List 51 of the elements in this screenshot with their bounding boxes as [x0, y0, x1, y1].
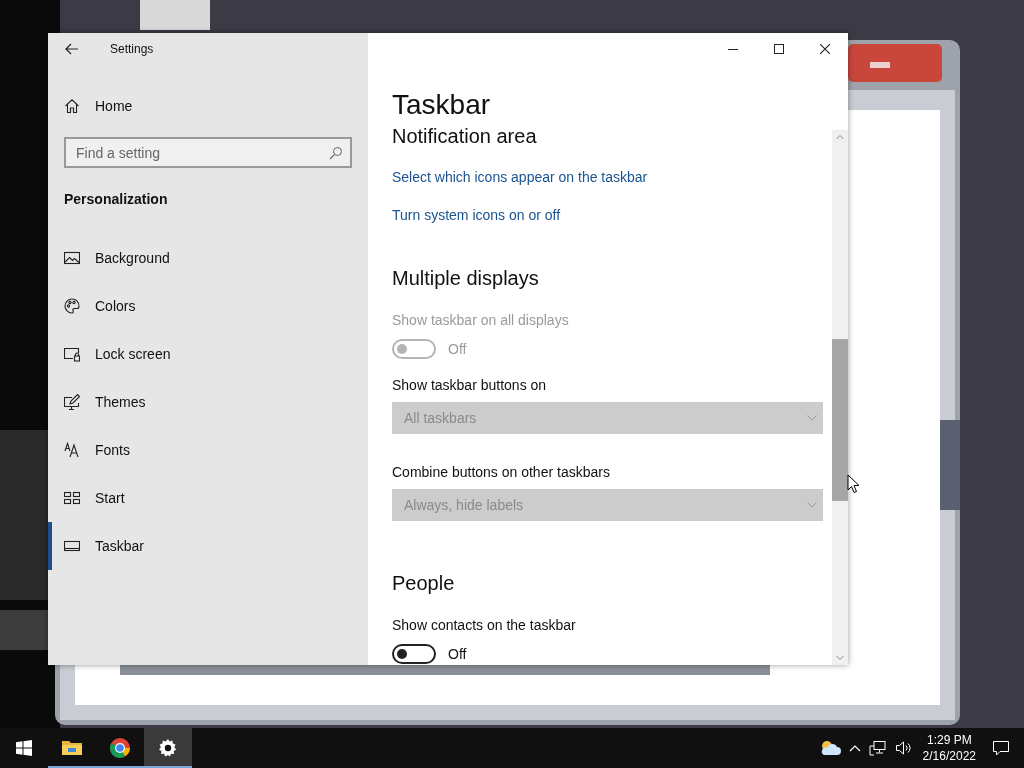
section-heading: Personalization: [64, 190, 169, 209]
fonts-icon: [64, 442, 80, 458]
setting-label: Show taskbar on all displays: [392, 311, 570, 330]
cursor-icon: [847, 474, 860, 494]
nav-item[interactable]: Fonts: [48, 426, 368, 474]
image-icon: [64, 250, 80, 266]
nav-item[interactable]: Lock screen: [48, 330, 368, 378]
home-icon: [64, 98, 80, 114]
nav-item[interactable]: Start: [48, 474, 368, 522]
setting-label: Show contacts on the taskbar: [392, 616, 577, 635]
page-title: Taskbar: [392, 88, 492, 122]
settings-link[interactable]: Turn system icons on or off: [392, 205, 561, 225]
scroll-up-icon: [836, 134, 844, 140]
folder-icon: [61, 739, 83, 757]
windows-logo-icon: [16, 740, 32, 756]
clock[interactable]: 1:29 PM 2/16/2022: [914, 732, 984, 764]
settings-link[interactable]: Select which icons appear on the taskbar: [392, 167, 648, 187]
chevron-down-icon: [807, 415, 817, 421]
time-text: 1:29 PM: [926, 732, 972, 748]
search-icon: [329, 146, 343, 160]
close-icon: [820, 44, 830, 54]
nav-item[interactable]: Taskbar: [48, 522, 368, 570]
taskbar-button[interactable]: [144, 728, 192, 768]
chevron-down-icon: [807, 502, 817, 508]
scroll-down-icon: [836, 655, 844, 661]
nav-item[interactable]: Themes: [48, 378, 368, 426]
monitor-pen-icon: [64, 394, 80, 410]
toggle-switch[interactable]: [392, 644, 436, 664]
maximize-icon: [774, 44, 784, 54]
browser-icon: [109, 737, 131, 759]
gear-icon: [158, 738, 178, 758]
tiles-icon: [64, 490, 80, 506]
toggle-state-text: Off: [448, 645, 467, 664]
toggle-state-text: Off: [448, 340, 467, 359]
section-heading: Multiple displays: [392, 266, 540, 291]
scrollbar[interactable]: [832, 130, 848, 665]
back-arrow-icon: [65, 42, 79, 56]
window-title: Settings: [110, 42, 154, 56]
setting-label: Show taskbar buttons on: [392, 376, 548, 395]
nav-item[interactable]: Background: [48, 234, 368, 282]
section-heading: People: [392, 571, 456, 596]
setting-label: Combine buttons on other taskbars: [392, 463, 611, 482]
palette-icon: [64, 298, 80, 314]
home-link[interactable]: Home: [64, 86, 352, 126]
taskbar-icon: [64, 538, 80, 554]
lock-screen-icon: [64, 346, 80, 362]
date-text: 2/16/2022: [922, 748, 976, 764]
scrollbar-thumb[interactable]: [832, 339, 848, 501]
nav-item[interactable]: Colors: [48, 282, 368, 330]
section-heading: Notification area: [392, 124, 538, 149]
search-field[interactable]: Find a setting: [64, 137, 352, 168]
